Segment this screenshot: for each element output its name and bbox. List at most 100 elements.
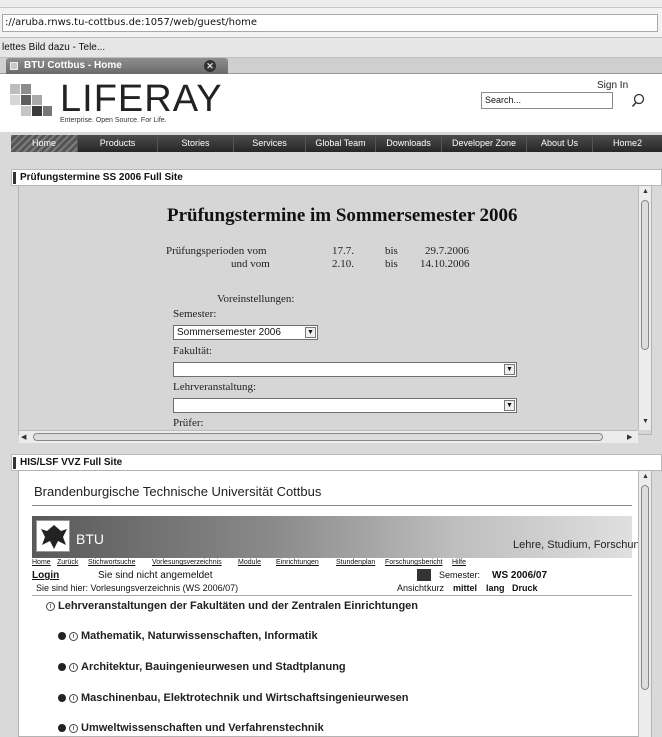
scroll-left-icon[interactable]: ◀ xyxy=(21,433,26,441)
list-item: i Maschinenbau, Elektrotechnik und Wirtsc… xyxy=(58,692,409,704)
nav-downloads[interactable]: Downloads xyxy=(376,135,442,152)
info-icon[interactable]: i xyxy=(69,662,78,672)
close-tab-icon[interactable]: ✕ xyxy=(204,60,216,72)
calendar-icon[interactable] xyxy=(417,569,431,581)
nav-global-team[interactable]: Global Team xyxy=(306,135,376,152)
scroll-up-icon[interactable]: ▲ xyxy=(642,188,649,195)
search-icon[interactable] xyxy=(630,91,650,111)
periods-label-2: und vom xyxy=(231,258,270,270)
view-label: Ansicht: xyxy=(397,583,430,593)
lehrveranstaltung-label: Lehrveranstaltung: xyxy=(173,381,257,393)
semester-select[interactable]: Sommersemester 2006 ▼ xyxy=(173,325,318,340)
breadcrumb: Sie sind hier: Vorlesungsverzeichnis (WS… xyxy=(36,583,239,593)
menu-module[interactable]: Module xyxy=(238,559,261,566)
menu-forschungsbericht[interactable]: Forschungsbericht xyxy=(385,559,443,566)
nav-home[interactable]: Home xyxy=(11,135,78,152)
liferay-logo-icon xyxy=(10,84,52,120)
view-kurz[interactable]: kurz xyxy=(427,583,444,593)
menu-vorlesungsverzeichnis[interactable]: Vorlesungsverzeichnis xyxy=(152,559,222,566)
fakultaet-select[interactable]: ▼ xyxy=(173,362,517,377)
nav-about-us[interactable]: About Us xyxy=(527,135,593,152)
period1-bis: bis xyxy=(385,245,398,257)
bullet-icon[interactable] xyxy=(58,632,66,641)
university-title: Brandenburgische Technische Universität … xyxy=(34,484,322,499)
nav-home2[interactable]: Home2 xyxy=(593,135,662,152)
menu-stichwortsuche[interactable]: Stichwortsuche xyxy=(88,559,135,566)
menu-einrichtungen[interactable]: Einrichtungen xyxy=(276,559,319,566)
chevron-down-icon[interactable]: ▼ xyxy=(504,400,515,411)
btu-eagle-logo-icon xyxy=(36,520,70,552)
semester-label: Semester: xyxy=(173,308,217,320)
login-status: Sie sind nicht angemeldet xyxy=(98,570,213,581)
btu-banner-text: BTU xyxy=(76,531,104,547)
bullet-icon[interactable] xyxy=(58,724,66,733)
chevron-down-icon[interactable]: ▼ xyxy=(305,327,316,338)
menu-zurueck[interactable]: Zurück xyxy=(57,559,78,566)
btu-slogan: Lehre, Studium, Forschung xyxy=(513,539,646,551)
list-item-text[interactable]: Mathematik, Naturwissenschaften, Informa… xyxy=(81,630,318,642)
portlet2-vertical-scrollbar[interactable]: ▲ xyxy=(638,471,651,737)
view-lang[interactable]: lang xyxy=(486,583,505,593)
menu-stundenplan[interactable]: Stundenplan xyxy=(336,559,375,566)
bullet-icon[interactable] xyxy=(58,663,66,672)
list-item: i Mathematik, Naturwissenschaften, Inform… xyxy=(58,630,318,642)
bullet-icon[interactable] xyxy=(58,694,66,703)
liferay-logo-text[interactable]: LIFERAY xyxy=(60,78,223,121)
nav-stories[interactable]: Stories xyxy=(158,135,234,152)
list-item-text[interactable]: Maschinenbau, Elektrotechnik und Wirtsch… xyxy=(81,692,409,704)
semester-select-value: Sommersemester 2006 xyxy=(177,327,281,338)
info-icon[interactable]: i xyxy=(69,693,78,703)
period2-to: 14.10.2006 xyxy=(420,258,470,270)
scroll-up-icon[interactable]: ▲ xyxy=(642,473,649,480)
portlet1-horizontal-scrollbar[interactable]: ◀ ▶ xyxy=(19,430,638,443)
view-mittel[interactable]: mittel xyxy=(453,583,477,593)
divider xyxy=(32,505,632,506)
lehrveranstaltung-select[interactable]: ▼ xyxy=(173,398,517,413)
tab-btu-home[interactable]: BTU Cottbus - Home ✕ xyxy=(6,58,228,74)
info-icon[interactable]: i xyxy=(46,601,55,611)
nav-developer-zone[interactable]: Developer Zone xyxy=(442,135,527,152)
links-bar[interactable]: lettes Bild dazu - Tele... xyxy=(0,38,662,58)
scroll-right-icon[interactable]: ▶ xyxy=(627,433,632,441)
login-link[interactable]: Login xyxy=(32,570,59,581)
list-heading-text[interactable]: Lehrveranstaltungen der Fakultäten und d… xyxy=(58,600,418,612)
semester-label-lsf: Semester: xyxy=(439,570,481,580)
period1-to: 29.7.2006 xyxy=(425,245,469,257)
menu-hilfe[interactable]: Hilfe xyxy=(452,559,466,566)
exam-dates-heading: Prüfungstermine im Sommersemester 2006 xyxy=(167,205,518,226)
login-row: Login Sie sind nicht angemeldet Semester… xyxy=(32,569,632,583)
view-druck[interactable]: Druck xyxy=(512,583,538,593)
fakultaet-label: Fakultät: xyxy=(173,345,213,357)
list-heading: i Lehrveranstaltungen der Fakultäten und … xyxy=(46,600,418,612)
search-input[interactable]: Search... xyxy=(481,92,613,109)
portlet-title-his-lsf: HIS/LSF VVZ Full Site xyxy=(11,454,662,471)
page-favicon-icon xyxy=(10,62,18,70)
portlet-title-pruefungstermine: Prüfungstermine SS 2006 Full Site xyxy=(11,169,662,186)
list-item-text[interactable]: Umweltwissenschaften und Verfahrenstechn… xyxy=(81,722,324,734)
scrollbar-thumb[interactable] xyxy=(641,485,649,690)
info-icon[interactable]: i xyxy=(69,631,78,641)
list-item-text[interactable]: Architektur, Bauingenieurwesen und Stadt… xyxy=(81,661,346,673)
address-bar: ://aruba.rnws.tu-cottbus.de:1057/web/gue… xyxy=(0,8,662,38)
tab-bar: BTU Cottbus - Home ✕ xyxy=(0,58,662,74)
main-nav: Home Products Stories Services Global Te… xyxy=(11,135,662,152)
url-field[interactable]: ://aruba.rnws.tu-cottbus.de:1057/web/gue… xyxy=(2,14,658,32)
menu-home[interactable]: Home xyxy=(32,559,51,566)
sign-in-link[interactable]: Sign In xyxy=(597,80,628,91)
semester-value-lsf: WS 2006/07 xyxy=(492,570,548,581)
scrollbar-thumb[interactable] xyxy=(33,433,603,441)
periods-label-1: Prüfungsperioden vom xyxy=(166,245,267,257)
portlet1-vertical-scrollbar[interactable]: ▲ ▼ xyxy=(638,186,651,430)
scroll-down-icon[interactable]: ▼ xyxy=(642,418,649,425)
nav-services[interactable]: Services xyxy=(234,135,306,152)
settings-label: Voreinstellungen: xyxy=(217,293,295,305)
period2-bis: bis xyxy=(385,258,398,270)
chevron-down-icon[interactable]: ▼ xyxy=(504,364,515,375)
scrollbar-thumb[interactable] xyxy=(641,200,649,350)
nav-products[interactable]: Products xyxy=(78,135,158,152)
period1-from: 17.7. xyxy=(332,245,354,257)
window-top-strip xyxy=(0,0,662,8)
list-item: i Architektur, Bauingenieurwesen und Stad… xyxy=(58,661,346,673)
list-item: i Umweltwissenschaften und Verfahrenstech… xyxy=(58,722,324,734)
info-icon[interactable]: i xyxy=(69,723,78,733)
